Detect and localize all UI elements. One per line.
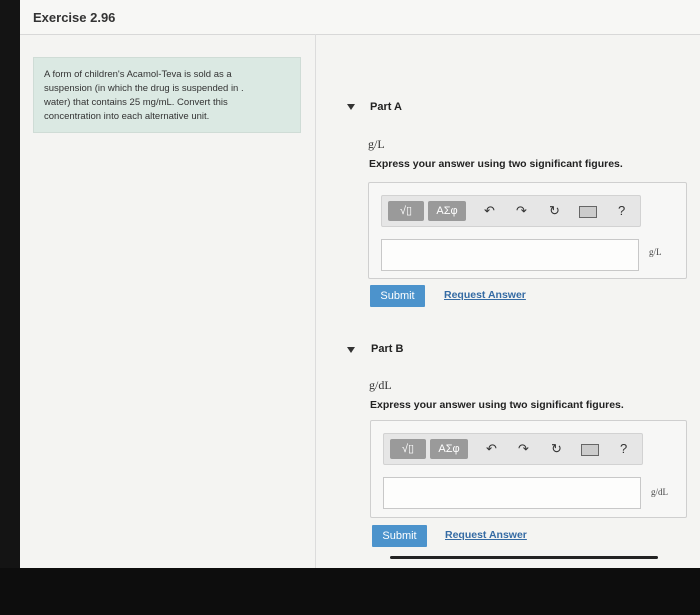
column-divider <box>315 34 316 568</box>
part-b-math-toolbar: √▯ ΑΣφ ↶ ↷ ↻ ? <box>383 433 643 465</box>
keyboard-icon[interactable] <box>581 444 599 456</box>
help-icon[interactable]: ? <box>620 440 627 458</box>
part-b-answer-input[interactable] <box>383 477 641 509</box>
part-b-header[interactable]: Part B <box>371 343 403 355</box>
part-b-submit-button[interactable]: Submit <box>372 525 427 547</box>
part-b-request-answer-link[interactable]: Request Answer <box>445 529 527 541</box>
part-a-unit: g/L <box>368 137 385 151</box>
undo-icon[interactable]: ↶ <box>484 202 495 220</box>
part-b-answer-box: √▯ ΑΣφ ↶ ↷ ↻ ? g/dL <box>370 420 687 518</box>
prompt-line: A form of children's Acamol-Teva is sold… <box>44 69 232 80</box>
exercise-title: Exercise 2.96 <box>33 10 116 25</box>
redo-icon[interactable]: ↷ <box>516 202 527 220</box>
device-bezel <box>0 568 700 615</box>
reset-icon[interactable]: ↻ <box>549 202 560 220</box>
symbols-button[interactable]: ΑΣφ <box>428 201 466 221</box>
keyboard-icon[interactable] <box>579 206 597 218</box>
problem-prompt: A form of children's Acamol-Teva is sold… <box>33 57 301 133</box>
part-a-request-answer-link[interactable]: Request Answer <box>444 289 526 301</box>
reset-icon[interactable]: ↻ <box>551 440 562 458</box>
templates-button[interactable]: √▯ <box>388 201 424 221</box>
part-a-header[interactable]: Part A <box>370 101 402 113</box>
part-a-unit-tag: g/L <box>649 247 662 257</box>
browser-viewport: Exercise 2.96 A form of children's Acamo… <box>20 0 700 568</box>
part-b-unit: g/dL <box>369 378 392 392</box>
collapse-caret-icon[interactable] <box>347 104 355 110</box>
undo-icon[interactable]: ↶ <box>486 440 497 458</box>
part-a-instruction: Express your answer using two significan… <box>369 158 623 170</box>
horizontal-scrollbar[interactable] <box>390 556 658 559</box>
part-b-unit-tag: g/dL <box>651 487 668 497</box>
redo-icon[interactable]: ↷ <box>518 440 529 458</box>
part-a-answer-box: √▯ ΑΣφ ↶ ↷ ↻ ? g/L <box>368 182 687 279</box>
templates-button[interactable]: √▯ <box>390 439 426 459</box>
part-a-answer-input[interactable] <box>381 239 639 271</box>
symbols-button[interactable]: ΑΣφ <box>430 439 468 459</box>
part-b-instruction: Express your answer using two significan… <box>370 399 624 411</box>
page-header: Exercise 2.96 <box>20 0 700 35</box>
prompt-line: concentration into each alternative unit… <box>44 111 210 122</box>
part-a-math-toolbar: √▯ ΑΣφ ↶ ↷ ↻ ? <box>381 195 641 227</box>
prompt-line: water) that contains 25 mg/mL. Convert t… <box>44 97 228 108</box>
collapse-caret-icon[interactable] <box>347 347 355 353</box>
prompt-line: suspension (in which the drug is suspend… <box>44 83 244 94</box>
help-icon[interactable]: ? <box>618 202 625 220</box>
part-a-submit-button[interactable]: Submit <box>370 285 425 307</box>
